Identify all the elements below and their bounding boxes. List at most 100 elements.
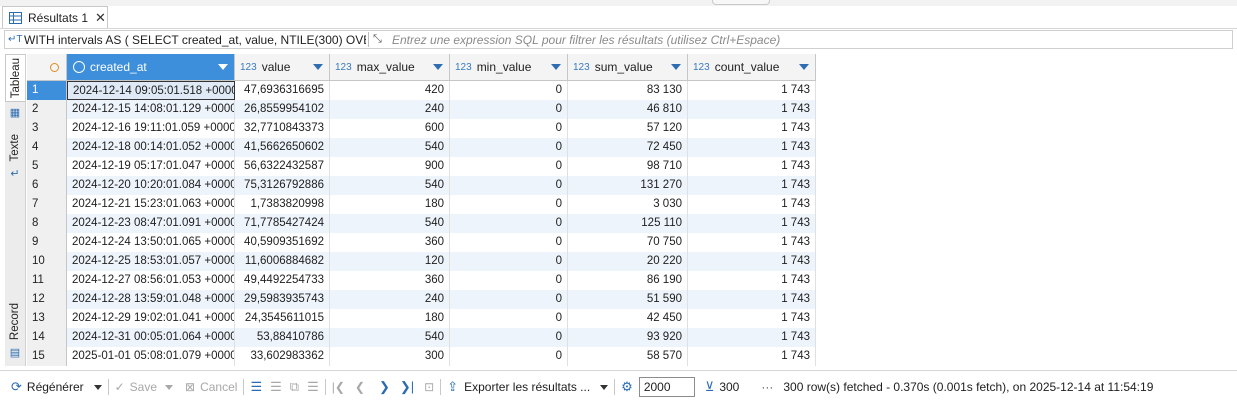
cell-value[interactable]: 53,88410786 bbox=[235, 328, 330, 347]
column-header-sum-value[interactable]: 123 sum_value bbox=[568, 54, 688, 81]
tab-results-1[interactable]: Résultats 1 ✕ bbox=[2, 6, 108, 28]
table-row[interactable]: 14 2024-12-31 00:05:01.064 +0000 53,884107… bbox=[27, 328, 816, 347]
panel-grip[interactable] bbox=[712, 0, 770, 5]
column-header-value[interactable]: 123 value bbox=[235, 54, 330, 81]
cell-created-at[interactable]: 2024-12-25 18:53:01.057 +0000 bbox=[67, 252, 235, 271]
first-page-icon[interactable]: |❮ bbox=[332, 380, 345, 394]
column-header-min-value[interactable]: 123 min_value bbox=[450, 54, 568, 81]
cell-min-value[interactable]: 0 bbox=[450, 233, 568, 252]
side-tab-texte[interactable]: Texte bbox=[5, 128, 25, 168]
chevron-down-icon[interactable] bbox=[165, 384, 174, 390]
row-number[interactable]: 11 bbox=[27, 271, 67, 290]
row-number[interactable]: 2 bbox=[27, 100, 67, 119]
table-row[interactable]: 15 2025-01-01 05:08:01.079 +0000 33,602983… bbox=[27, 347, 816, 366]
cell-value[interactable]: 26,8559954102 bbox=[235, 100, 330, 119]
cell-max-value[interactable]: 300 bbox=[330, 347, 450, 366]
cell-count-value[interactable]: 1 743 bbox=[688, 328, 816, 347]
row-number[interactable]: 1 bbox=[27, 81, 67, 100]
column-header-created-at[interactable]: created_at bbox=[67, 54, 235, 81]
cell-sum-value[interactable]: 93 920 bbox=[568, 328, 688, 347]
cell-value[interactable]: 71,7785427424 bbox=[235, 214, 330, 233]
cell-sum-value[interactable]: 125 110 bbox=[568, 214, 688, 233]
table-row[interactable]: 8 2024-12-23 08:47:01.091 +0000 71,7785427… bbox=[27, 214, 816, 233]
cell-sum-value[interactable]: 46 810 bbox=[568, 100, 688, 119]
cell-value[interactable]: 75,3126792886 bbox=[235, 176, 330, 195]
cell-value[interactable]: 49,4492254733 bbox=[235, 271, 330, 290]
table-row[interactable]: 11 2024-12-27 08:56:01.053 +0000 49,449225… bbox=[27, 271, 816, 290]
cell-max-value[interactable]: 900 bbox=[330, 157, 450, 176]
row-number[interactable]: 6 bbox=[27, 176, 67, 195]
cell-min-value[interactable]: 0 bbox=[450, 176, 568, 195]
column-header-count-value[interactable]: 123 count_value bbox=[688, 54, 816, 81]
cell-value[interactable]: 24,3545611015 bbox=[235, 309, 330, 328]
add-row-icon[interactable]: ☰ bbox=[270, 379, 282, 395]
cancel-button[interactable]: ⊠ Cancel bbox=[185, 380, 237, 394]
cell-count-value[interactable]: 1 743 bbox=[688, 176, 816, 195]
grid-icon[interactable]: ▦ bbox=[8, 106, 22, 120]
chevron-down-icon[interactable] bbox=[93, 384, 102, 390]
table-row[interactable]: 10 2024-12-25 18:53:01.057 +0000 11,600688… bbox=[27, 252, 816, 271]
cell-max-value[interactable]: 540 bbox=[330, 176, 450, 195]
last-page-icon[interactable]: ❯| bbox=[400, 379, 414, 395]
cell-min-value[interactable]: 0 bbox=[450, 271, 568, 290]
fetch-all-icon[interactable]: ⊡ bbox=[424, 380, 434, 394]
grid-corner[interactable] bbox=[27, 54, 67, 81]
cell-sum-value[interactable]: 42 450 bbox=[568, 309, 688, 328]
row-number[interactable]: 4 bbox=[27, 138, 67, 157]
cell-max-value[interactable]: 240 bbox=[330, 290, 450, 309]
cell-max-value[interactable]: 240 bbox=[330, 100, 450, 119]
cell-created-at[interactable]: 2025-01-01 05:08:01.079 +0000 bbox=[67, 347, 235, 366]
close-icon[interactable]: ✕ bbox=[95, 10, 106, 26]
cell-max-value[interactable]: 420 bbox=[330, 81, 450, 100]
cell-created-at[interactable]: 2024-12-15 14:08:01.129 +0000 bbox=[67, 100, 235, 119]
record-icon[interactable]: ▤ bbox=[8, 346, 22, 360]
row-number[interactable]: 8 bbox=[27, 214, 67, 233]
cell-sum-value[interactable]: 72 450 bbox=[568, 138, 688, 157]
next-page-icon[interactable]: ❯ bbox=[379, 379, 390, 395]
row-number[interactable]: 9 bbox=[27, 233, 67, 252]
cell-value[interactable]: 1,7383820998 bbox=[235, 195, 330, 214]
cell-min-value[interactable]: 0 bbox=[450, 309, 568, 328]
filter-input[interactable]: Entrez une expression SQL pour filtrer l… bbox=[392, 33, 780, 47]
cell-count-value[interactable]: 1 743 bbox=[688, 157, 816, 176]
sort-icon[interactable] bbox=[313, 64, 323, 70]
row-number[interactable]: 15 bbox=[27, 347, 67, 366]
table-row[interactable]: 1 2024-12-14 09:05:01.518 +0000 47,6936316… bbox=[27, 81, 816, 100]
cell-min-value[interactable]: 0 bbox=[450, 252, 568, 271]
cell-sum-value[interactable]: 98 710 bbox=[568, 157, 688, 176]
cell-count-value[interactable]: 1 743 bbox=[688, 195, 816, 214]
cell-count-value[interactable]: 1 743 bbox=[688, 309, 816, 328]
cell-value[interactable]: 41,5662650602 bbox=[235, 138, 330, 157]
row-number[interactable]: 3 bbox=[27, 119, 67, 138]
cell-sum-value[interactable]: 58 570 bbox=[568, 347, 688, 366]
gear-icon[interactable]: ⚙ bbox=[621, 379, 633, 395]
cell-sum-value[interactable]: 131 270 bbox=[568, 176, 688, 195]
table-row[interactable]: 9 2024-12-24 13:50:01.065 +0000 40,5909351… bbox=[27, 233, 816, 252]
cell-created-at[interactable]: 2024-12-18 00:14:01.052 +0000 bbox=[67, 138, 235, 157]
cell-min-value[interactable]: 0 bbox=[450, 100, 568, 119]
row-number[interactable]: 10 bbox=[27, 252, 67, 271]
table-row[interactable]: 5 2024-12-19 05:17:01.047 +0000 56,6322432… bbox=[27, 157, 816, 176]
cell-min-value[interactable]: 0 bbox=[450, 214, 568, 233]
cell-sum-value[interactable]: 57 120 bbox=[568, 119, 688, 138]
cell-sum-value[interactable]: 83 130 bbox=[568, 81, 688, 100]
row-number[interactable]: 13 bbox=[27, 309, 67, 328]
side-tab-record[interactable]: Record bbox=[5, 298, 25, 346]
cell-max-value[interactable]: 540 bbox=[330, 214, 450, 233]
cell-min-value[interactable]: 0 bbox=[450, 195, 568, 214]
fetch-limit-input[interactable]: 2000 bbox=[638, 377, 695, 397]
cell-min-value[interactable]: 0 bbox=[450, 347, 568, 366]
cell-created-at[interactable]: 2024-12-29 19:02:01.041 +0000 bbox=[67, 309, 235, 328]
cell-min-value[interactable]: 0 bbox=[450, 119, 568, 138]
copy-row-icon[interactable]: ⧉ bbox=[290, 379, 299, 395]
table-row[interactable]: 7 2024-12-21 15:23:01.063 +0000 1,73838209… bbox=[27, 195, 816, 214]
cell-created-at[interactable]: 2024-12-28 13:59:01.048 +0000 bbox=[67, 290, 235, 309]
cell-count-value[interactable]: 1 743 bbox=[688, 214, 816, 233]
cell-count-value[interactable]: 1 743 bbox=[688, 81, 816, 100]
expand-icon[interactable]: ⤡ bbox=[373, 33, 389, 46]
row-number[interactable]: 5 bbox=[27, 157, 67, 176]
cell-count-value[interactable]: 1 743 bbox=[688, 100, 816, 119]
delete-row-icon[interactable]: ☰ bbox=[307, 379, 319, 395]
sort-icon[interactable] bbox=[671, 64, 681, 70]
cell-max-value[interactable]: 540 bbox=[330, 328, 450, 347]
